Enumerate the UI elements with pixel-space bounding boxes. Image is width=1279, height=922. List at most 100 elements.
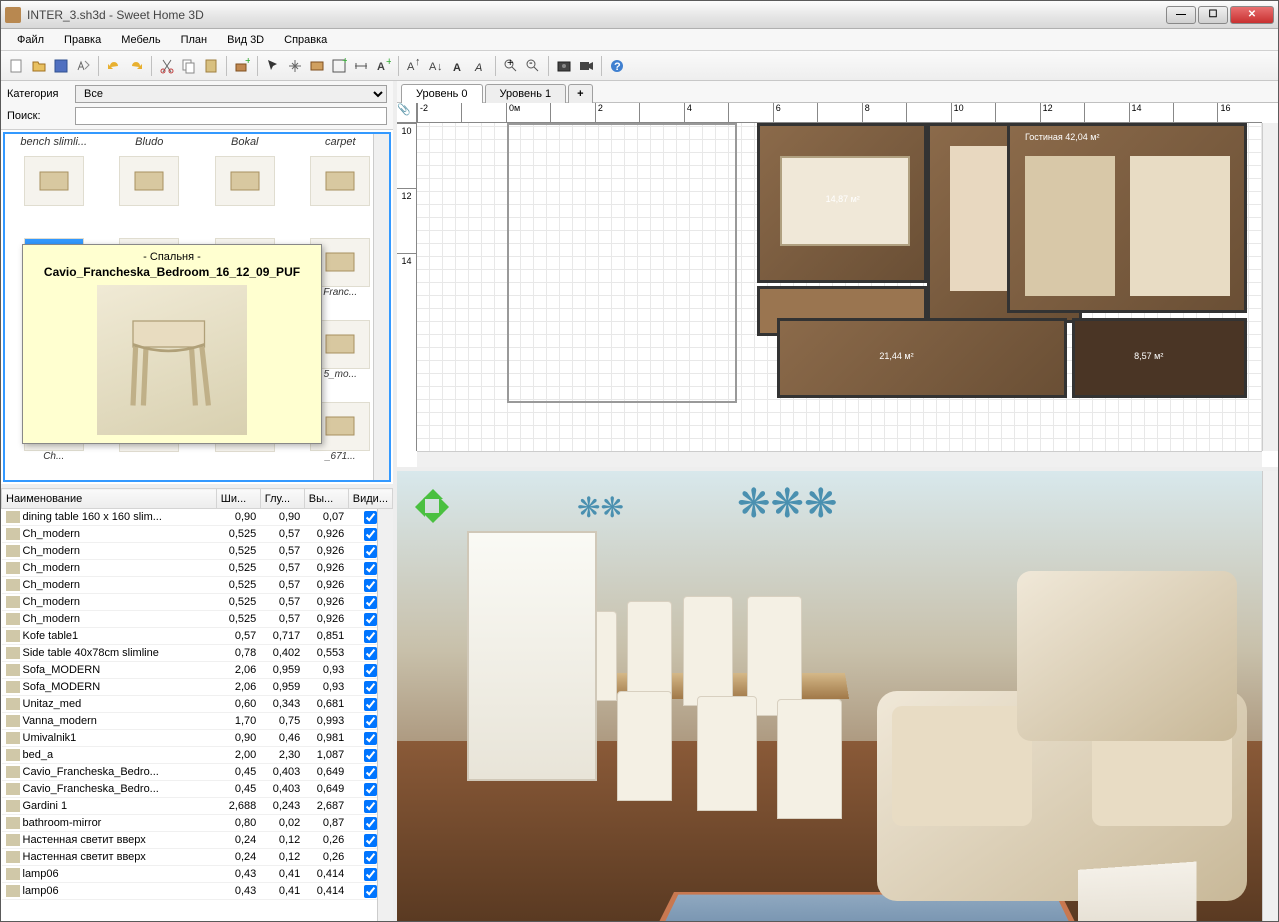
menu-3dview[interactable]: Вид 3D <box>217 31 274 49</box>
nav-up-icon[interactable] <box>423 479 443 499</box>
paste-icon[interactable] <box>201 56 221 76</box>
tab-level-0[interactable]: Уровень 0 <box>401 84 483 103</box>
menu-file[interactable]: Файл <box>7 31 54 49</box>
add-furniture-icon[interactable]: + <box>232 56 252 76</box>
select-icon[interactable] <box>263 56 283 76</box>
visibility-checkbox[interactable] <box>364 817 377 830</box>
column-header[interactable]: Види... <box>348 489 392 509</box>
visibility-checkbox[interactable] <box>364 715 377 728</box>
table-row[interactable]: Side table 40x78cm slimline0,780,4020,55… <box>2 645 393 662</box>
visibility-checkbox[interactable] <box>364 800 377 813</box>
visibility-checkbox[interactable] <box>364 868 377 881</box>
new-icon[interactable] <box>7 56 27 76</box>
column-header[interactable]: Глу... <box>260 489 304 509</box>
nav-right-icon[interactable] <box>439 497 459 517</box>
table-row[interactable]: Ch_modern0,5250,570,926 <box>2 577 393 594</box>
column-header[interactable]: Вы... <box>304 489 348 509</box>
minimize-button[interactable]: — <box>1166 6 1196 24</box>
column-header[interactable]: Ши... <box>216 489 260 509</box>
view3d-scrollbar[interactable] <box>1262 471 1278 921</box>
undo-icon[interactable] <box>104 56 124 76</box>
table-row[interactable]: Unitaz_med0,600,3430,681 <box>2 696 393 713</box>
visibility-checkbox[interactable] <box>364 681 377 694</box>
preferences-icon[interactable] <box>73 56 93 76</box>
redo-icon[interactable] <box>126 56 146 76</box>
search-input[interactable] <box>75 107 387 125</box>
visibility-checkbox[interactable] <box>364 766 377 779</box>
table-row[interactable]: bathroom-mirror0,800,020,87 <box>2 815 393 832</box>
table-row[interactable]: lamp060,430,410,414 <box>2 883 393 900</box>
visibility-checkbox[interactable] <box>364 647 377 660</box>
visibility-checkbox[interactable] <box>364 562 377 575</box>
visibility-checkbox[interactable] <box>364 749 377 762</box>
visibility-checkbox[interactable] <box>364 528 377 541</box>
plan-area[interactable]: 📎 -20м246810121416 101214 14,87 м² <box>397 103 1278 467</box>
save-icon[interactable] <box>51 56 71 76</box>
zoom-in-icon[interactable]: + <box>501 56 521 76</box>
create-photo-icon[interactable] <box>554 56 574 76</box>
text-bold-icon[interactable]: A <box>448 56 468 76</box>
table-row[interactable]: Ch_modern0,5250,570,926 <box>2 526 393 543</box>
visibility-checkbox[interactable] <box>364 579 377 592</box>
table-row[interactable]: Umivalnik10,900,460,981 <box>2 730 393 747</box>
visibility-checkbox[interactable] <box>364 834 377 847</box>
table-row[interactable]: Настенная светит вверх0,240,120,26 <box>2 849 393 866</box>
text-size-up-icon[interactable]: A↑ <box>404 56 424 76</box>
visibility-checkbox[interactable] <box>364 851 377 864</box>
menu-furniture[interactable]: Мебель <box>111 31 170 49</box>
plan-canvas[interactable]: 14,87 м² Гостиная 42,04 м² 21,44 м² <box>417 123 1262 451</box>
visibility-checkbox[interactable] <box>364 630 377 643</box>
visibility-checkbox[interactable] <box>364 732 377 745</box>
menu-help[interactable]: Справка <box>274 31 337 49</box>
table-row[interactable]: Ch_modern0,5250,570,926 <box>2 560 393 577</box>
text-size-down-icon[interactable]: A↓ <box>426 56 446 76</box>
visibility-checkbox[interactable] <box>364 596 377 609</box>
zoom-out-icon[interactable]: - <box>523 56 543 76</box>
table-row[interactable]: Gardini 12,6880,2432,687 <box>2 798 393 815</box>
catalog-item[interactable]: Bokal <box>198 136 292 216</box>
help-icon[interactable]: ? <box>607 56 627 76</box>
category-select[interactable]: Все <box>75 85 387 103</box>
table-row[interactable]: Cavio_Francheska_Bedro...0,450,4030,649 <box>2 781 393 798</box>
pan-icon[interactable] <box>285 56 305 76</box>
catalog-scrollbar[interactable] <box>373 134 389 480</box>
maximize-button[interactable]: ☐ <box>1198 6 1228 24</box>
visibility-checkbox[interactable] <box>364 664 377 677</box>
furniture-table-scrollbar[interactable] <box>377 509 393 921</box>
nav-left-icon[interactable] <box>405 497 425 517</box>
visibility-checkbox[interactable] <box>364 885 377 898</box>
copy-icon[interactable] <box>179 56 199 76</box>
plan-vscrollbar[interactable] <box>1262 123 1278 451</box>
tab-level-1[interactable]: Уровень 1 <box>485 84 567 103</box>
table-row[interactable]: Cavio_Francheska_Bedro...0,450,4030,649 <box>2 764 393 781</box>
visibility-checkbox[interactable] <box>364 698 377 711</box>
tab-add-level[interactable]: + <box>568 84 592 103</box>
catalog-item[interactable]: bench slimli... <box>7 136 101 216</box>
plan-hscrollbar[interactable] <box>417 451 1262 467</box>
catalog-item[interactable]: Bludo <box>103 136 197 216</box>
table-row[interactable]: Sofa_MODERN2,060,9590,93 <box>2 679 393 696</box>
table-row[interactable]: Ch_modern0,5250,570,926 <box>2 543 393 560</box>
create-video-icon[interactable] <box>576 56 596 76</box>
visibility-checkbox[interactable] <box>364 783 377 796</box>
nav-compass[interactable] <box>405 479 459 533</box>
menu-plan[interactable]: План <box>171 31 218 49</box>
table-row[interactable]: Ch_modern0,5250,570,926 <box>2 594 393 611</box>
view-3d[interactable]: ❋❋❋ ❋❋ <box>397 471 1278 921</box>
table-row[interactable]: Настенная светит вверх0,240,120,26 <box>2 832 393 849</box>
table-row[interactable]: Ch_modern0,5250,570,926 <box>2 611 393 628</box>
create-dimension-icon[interactable] <box>351 56 371 76</box>
table-row[interactable]: Vanna_modern1,700,750,993 <box>2 713 393 730</box>
visibility-checkbox[interactable] <box>364 511 377 524</box>
text-italic-icon[interactable]: A <box>470 56 490 76</box>
visibility-checkbox[interactable] <box>364 545 377 558</box>
table-row[interactable]: lamp060,430,410,414 <box>2 866 393 883</box>
table-row[interactable]: bed_a2,002,301,087 <box>2 747 393 764</box>
column-header[interactable]: Наименование <box>2 489 217 509</box>
table-row[interactable]: Kofe table10,570,7170,851 <box>2 628 393 645</box>
open-icon[interactable] <box>29 56 49 76</box>
create-text-icon[interactable]: A+ <box>373 56 393 76</box>
cut-icon[interactable] <box>157 56 177 76</box>
create-room-icon[interactable]: + <box>329 56 349 76</box>
table-row[interactable]: dining table 160 x 160 slim...0,900,900,… <box>2 509 393 526</box>
